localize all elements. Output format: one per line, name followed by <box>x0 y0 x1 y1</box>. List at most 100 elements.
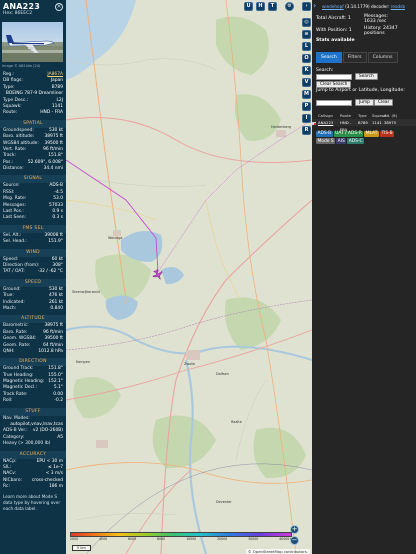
version-text: (3.14.1779) decoder: <box>345 4 390 9</box>
wiedehopf-link[interactable]: wiedehopf <box>322 4 344 9</box>
panel-tabs: Search Filters Columns <box>316 52 399 63</box>
chip-uat[interactable]: UAT / ADS-R <box>333 130 364 137</box>
layers-icon[interactable]: ◎ <box>302 18 311 27</box>
info-value: -0.2 <box>54 398 63 404</box>
map-button-r[interactable]: R <box>302 126 311 135</box>
column-header-route[interactable]: Route <box>340 112 358 119</box>
info-key: Route: <box>3 110 18 116</box>
map-button-p[interactable]: P <box>302 102 311 111</box>
tab-columns[interactable]: Columns <box>367 52 398 63</box>
chip-ais[interactable]: AIS <box>336 138 347 144</box>
jump-input[interactable] <box>316 100 352 106</box>
with-position: With Position: 1 <box>316 28 352 33</box>
info-value: HND - FRA <box>40 110 63 116</box>
map-button-k[interactable]: K <box>302 66 311 75</box>
toggle-sidebar-arrow-icon[interactable]: › <box>302 2 311 11</box>
altitude-label: 8000 <box>157 537 166 541</box>
altitude-label: 6000 <box>128 537 137 541</box>
column-header-squawk[interactable]: Squawk <box>372 112 387 119</box>
altitude-label: 40000+ <box>279 537 292 541</box>
map-attribution[interactable]: © OpenStreetMap contributors. <box>245 549 310 554</box>
info-key: Roll: <box>3 398 13 404</box>
city-label: Steenwijkerwold <box>72 290 100 294</box>
stats-available-link[interactable]: Stats available <box>316 38 355 43</box>
city-label: Deventer <box>216 500 232 504</box>
map-scale: 5 km <box>72 545 91 551</box>
info-key: Sel. Head.: <box>3 239 27 245</box>
info-value: 186 m <box>48 484 63 490</box>
column-header-callsign[interactable]: Callsign <box>318 112 340 119</box>
status-panel: › wiedehopf (3.14.1779) decoder: readsb … <box>312 0 416 554</box>
info-value: 0.3 s <box>52 215 63 221</box>
chip-modes[interactable]: Mode S <box>316 138 336 144</box>
city-label: Kampen <box>76 360 90 364</box>
aircraft-photo[interactable] <box>2 22 63 62</box>
city-label: Wolvega <box>108 236 123 240</box>
tab-filters[interactable]: Filters <box>342 52 367 63</box>
map-button-l[interactable]: L <box>302 42 311 51</box>
clear-search-button[interactable]: Clear Search <box>316 81 352 88</box>
city-label: Hardenberg <box>271 125 292 129</box>
total-aircraft: Total Aircraft: 1 <box>316 16 351 21</box>
map-canvas[interactable] <box>66 0 312 554</box>
section-header: WIND <box>0 248 66 257</box>
chip-mlat[interactable]: MLAT <box>364 130 379 137</box>
hex-label: Hex: 86EEC2 <box>3 11 33 16</box>
altitude-label: 2000 <box>70 537 79 541</box>
info-value: 34.4 nmi <box>43 166 63 172</box>
info-key: QNH: <box>3 348 15 354</box>
altitude-label: 20000 <box>217 537 228 541</box>
info-key: Mach: <box>3 305 17 311</box>
column-header-altitude[interactable]: Alt. (ft) <box>384 112 400 119</box>
collapse-arrow-icon[interactable]: › <box>313 2 321 10</box>
chip-adsb[interactable]: ADS-B <box>316 130 333 137</box>
clear-jump-button[interactable]: Clear <box>374 99 394 106</box>
info-value: 1012.8 hPa <box>38 348 63 354</box>
source-filter-chips: ADS-B UAT / ADS-R MLAT TIS-B Mode S AIS ADS-C <box>316 130 414 145</box>
info-key: TAT / OAT: <box>3 269 25 275</box>
photo-credit: Image © AB1ldie (24) <box>2 64 41 68</box>
row-squawk: 1141 <box>372 120 382 125</box>
map-button-h[interactable]: H <box>256 2 265 11</box>
city-label: Dalfsen <box>216 372 229 376</box>
map-button-u[interactable]: U <box>244 2 253 11</box>
version-line: wiedehopf (3.14.1779) decoder: readsb <box>322 4 405 9</box>
readsb-link[interactable]: readsb <box>391 4 405 9</box>
table-row[interactable]: ANA223 HND - FRA B789 1141 38975 <box>312 119 416 132</box>
map-button-t[interactable]: T <box>268 2 277 11</box>
callsign-title: ANA223 <box>3 2 40 11</box>
section-header: ACCURACY <box>0 450 66 459</box>
section-header: SPEED <box>0 278 66 287</box>
chip-tisb[interactable]: TIS-B <box>379 130 395 137</box>
map-button-l[interactable]: ≡ <box>302 30 311 39</box>
map-view[interactable]: Wolvega Steenwijkerwold Dalfsen Zwolle H… <box>66 0 312 554</box>
altitude-legend-labels: 2000 4000 6000 8000 10000 20000 30000 40… <box>70 537 292 541</box>
info-key: Rc: <box>3 484 10 490</box>
map-button-v[interactable]: V <box>302 78 311 87</box>
row-type: B789 <box>358 120 368 125</box>
column-header-type[interactable]: Type <box>358 112 372 119</box>
map-button-o[interactable]: O <box>302 54 311 63</box>
map-button-i[interactable]: I <box>302 114 311 123</box>
search-input[interactable] <box>316 74 352 80</box>
close-icon[interactable]: × <box>55 3 63 11</box>
info-value: 151.9° <box>48 239 63 245</box>
row-callsign[interactable]: ANA223 <box>318 119 340 126</box>
altitude-label: 4000 <box>99 537 108 541</box>
info-key: Heavy (> 300,000 lb) <box>3 441 51 447</box>
tab-search[interactable]: Search <box>316 52 342 63</box>
city-label: Zwolle <box>184 362 196 366</box>
search-button[interactable]: Search <box>355 73 378 80</box>
messages-value: 1633 /sec <box>364 19 387 24</box>
section-header: SPATIAL <box>0 119 66 128</box>
info-value: -32 / -62 °C <box>37 269 63 275</box>
jump-button[interactable]: Jump <box>355 99 374 106</box>
chip-adsc[interactable]: ADS-C <box>347 138 365 144</box>
jump-label: Jump to Airport or Latitude, Longitude: <box>316 88 405 93</box>
settings-gear-icon[interactable]: ⚙ <box>285 2 294 11</box>
map-button-m[interactable]: M <box>302 90 311 99</box>
section-header: FMS SEL <box>0 224 66 233</box>
info-value: 0.840 <box>50 305 63 311</box>
aircraft-table-header: Callsign Route Type Squawk Alt. (ft) <box>312 112 416 119</box>
info-key: Last Seen: <box>3 215 26 221</box>
